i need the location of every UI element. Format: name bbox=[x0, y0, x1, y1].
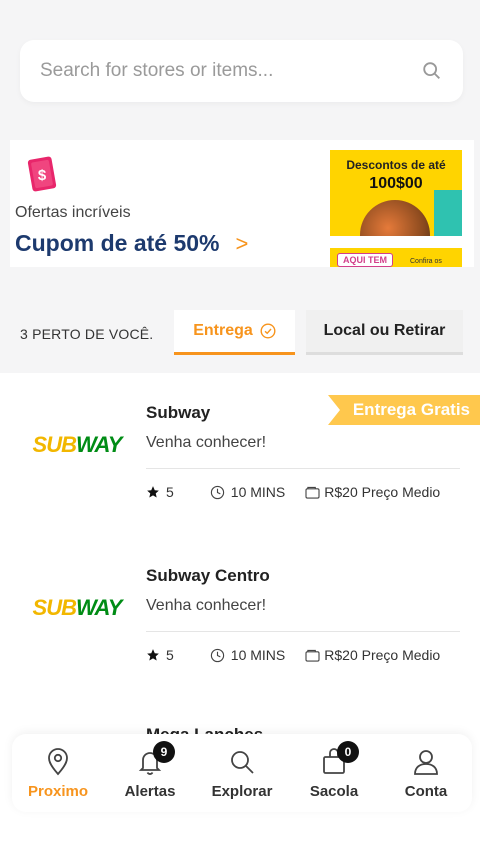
delivery-time: 10 MINS bbox=[210, 647, 285, 663]
wallet-icon bbox=[305, 486, 320, 499]
store-card[interactable]: SUBWAY Subway Entrega Gratis Venha conhe… bbox=[0, 373, 480, 523]
nav-label: Explorar bbox=[211, 782, 273, 800]
store-logo: SUBWAY bbox=[22, 395, 132, 495]
wallet-icon bbox=[305, 649, 320, 662]
nav-explorar[interactable]: Explorar bbox=[199, 747, 285, 800]
subway-logo: SUBWAY bbox=[32, 432, 123, 457]
tab-delivery-label: Entrega bbox=[193, 322, 253, 339]
filter-row: 3 PERTO DE VOCÊ. Entrega Local ou Retira… bbox=[0, 310, 480, 356]
promo-subtitle: Ofertas incríveis bbox=[15, 204, 131, 221]
rating-value: 5 bbox=[166, 484, 174, 500]
tab-delivery[interactable]: Entrega bbox=[174, 310, 295, 355]
subway-logo: SUBWAY bbox=[32, 595, 123, 620]
store-description: Venha conhecer! bbox=[146, 434, 267, 451]
promo-title[interactable]: Cupom de até 50% > bbox=[15, 230, 248, 257]
average-price: R$20 Preço Medio bbox=[305, 484, 440, 500]
rating-value: 5 bbox=[166, 647, 174, 663]
user-icon bbox=[414, 749, 438, 775]
delivery-time-value: 10 MINS bbox=[230, 647, 286, 663]
store-logo: SUBWAY bbox=[22, 558, 132, 658]
promo-card-line1: Descontos de até bbox=[346, 158, 446, 172]
average-price: R$20 Preço Medio bbox=[305, 647, 440, 663]
nav-label: Conta bbox=[404, 782, 448, 800]
star-icon bbox=[147, 486, 159, 498]
bottom-nav: Proximo 9 Alertas Explorar 0 Sacola Cont… bbox=[12, 734, 472, 812]
rating: 5 bbox=[146, 647, 174, 663]
store-name: Subway Centro bbox=[146, 566, 270, 585]
tab-pickup[interactable]: Local ou Retirar bbox=[306, 310, 463, 355]
promo-card-accent bbox=[434, 190, 462, 236]
nav-proximo[interactable]: Proximo bbox=[15, 747, 101, 800]
search-input[interactable] bbox=[40, 60, 421, 82]
ticket-symbol: $ bbox=[38, 167, 47, 184]
nav-alertas[interactable]: 9 Alertas bbox=[107, 740, 193, 800]
search-bar[interactable] bbox=[20, 40, 463, 102]
promo-card-secondary[interactable]: AQUI TEM Confira os bbox=[330, 248, 462, 267]
nav-conta[interactable]: Conta bbox=[383, 747, 469, 800]
store-description: Venha conhecer! bbox=[146, 597, 267, 614]
divider bbox=[146, 468, 460, 469]
promo-card-discount[interactable]: Descontos de até 100$00 bbox=[330, 150, 462, 236]
tab-pickup-label: Local ou Retirar bbox=[323, 322, 446, 339]
search-icon[interactable] bbox=[421, 60, 443, 82]
check-circle-icon bbox=[260, 323, 276, 339]
food-image bbox=[360, 200, 430, 236]
divider bbox=[146, 631, 460, 632]
delivery-time-value: 10 MINS bbox=[230, 484, 286, 500]
nearby-count-label: 3 PERTO DE VOCÊ. bbox=[20, 326, 154, 342]
nav-label: Alertas bbox=[124, 782, 176, 800]
nav-label: Proximo bbox=[27, 782, 88, 800]
chevron-right-icon[interactable]: > bbox=[236, 231, 249, 257]
promo-title-text: Cupom de até 50% bbox=[15, 230, 220, 256]
free-delivery-badge: Entrega Gratis bbox=[328, 395, 480, 425]
star-icon bbox=[147, 649, 159, 661]
rating: 5 bbox=[146, 484, 174, 500]
search-icon bbox=[231, 750, 254, 774]
promo-card2-text: Confira os bbox=[410, 258, 442, 265]
cart-badge: 0 bbox=[337, 740, 359, 763]
promo-banner[interactable]: $ Ofertas incríveis Cupom de até 50% > D… bbox=[10, 140, 474, 267]
store-name: Subway bbox=[146, 403, 211, 422]
location-pin-icon bbox=[48, 747, 68, 775]
promo-card2-pill: AQUI TEM bbox=[337, 253, 393, 267]
average-price-value: R$20 Preço Medio bbox=[324, 647, 441, 663]
clock-icon bbox=[210, 485, 224, 499]
delivery-time: 10 MINS bbox=[210, 484, 285, 500]
average-price-value: R$20 Preço Medio bbox=[324, 484, 441, 500]
notification-badge: 9 bbox=[153, 740, 175, 763]
nav-sacola[interactable]: 0 Sacola bbox=[291, 740, 377, 800]
store-meta: 5 10 MINS R$20 Preço Medio bbox=[146, 647, 440, 663]
bottom-safe-area bbox=[0, 820, 480, 853]
coupon-ticket-icon: $ bbox=[27, 156, 57, 192]
nav-label: Sacola bbox=[309, 782, 359, 800]
store-card[interactable]: SUBWAY Subway Centro Venha conhecer! 5 1… bbox=[0, 536, 480, 686]
clock-icon bbox=[210, 648, 224, 662]
store-meta: 5 10 MINS R$20 Preço Medio bbox=[146, 484, 440, 500]
